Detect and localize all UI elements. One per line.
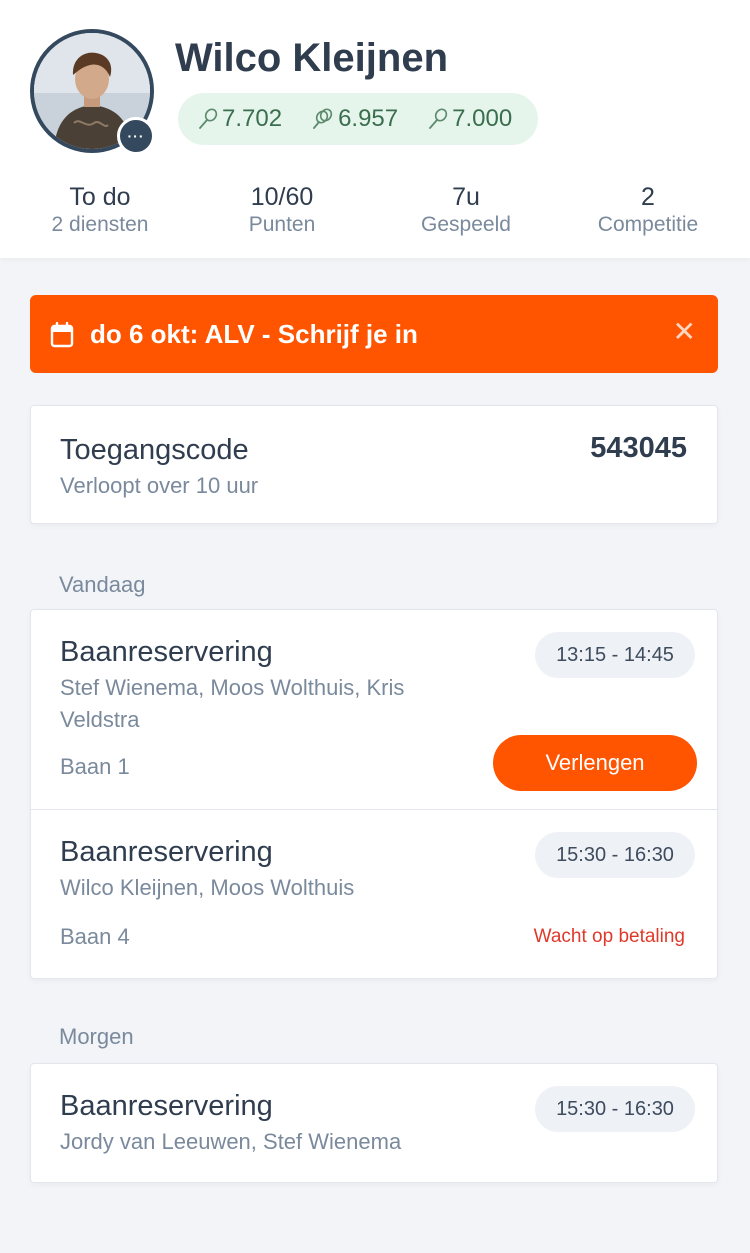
stat-value: 10/60 bbox=[250, 183, 314, 211]
rating-single: 7.702 bbox=[198, 105, 282, 133]
event-banner[interactable]: do 6 okt: ALV - Schrijf je in ✕ bbox=[30, 295, 718, 373]
tomorrow-reservations-card: Baanreservering Jordy van Leeuwen, Stef … bbox=[30, 1063, 718, 1183]
stat-points[interactable]: 10/60 Punten bbox=[192, 182, 372, 238]
avatar-container[interactable]: ··· bbox=[30, 29, 155, 155]
access-code-title: Toegangscode bbox=[60, 434, 249, 466]
rating-double: 6.957 bbox=[312, 105, 398, 133]
stat-todo[interactable]: To do 2 diensten bbox=[10, 182, 190, 238]
close-icon[interactable]: ✕ bbox=[673, 317, 696, 347]
stat-competition[interactable]: 2 Competitie bbox=[558, 182, 738, 238]
reservation-players: Stef Wienema, Moos Wolthuis, Kris Veldst… bbox=[60, 675, 405, 732]
stat-label: Gespeeld bbox=[421, 213, 511, 236]
reservation-players: Jordy van Leeuwen, Stef Wienema bbox=[60, 1129, 402, 1154]
reservation-title: Baanreservering bbox=[60, 1090, 273, 1122]
rating-value: 7.702 bbox=[222, 105, 283, 132]
reservation-players: Wilco Kleijnen, Moos Wolthuis bbox=[60, 875, 355, 900]
reservation-title: Baanreservering bbox=[60, 636, 273, 668]
section-today-label: Vandaag bbox=[59, 572, 146, 597]
access-code-card: Toegangscode Verloopt over 10 uur 543045 bbox=[30, 405, 718, 524]
payment-status: Wacht op betaling bbox=[533, 926, 685, 947]
ratings-badge[interactable]: 7.702 6.957 7.000 bbox=[178, 93, 538, 145]
stat-label: 2 diensten bbox=[51, 213, 149, 236]
access-code-expiry: Verloopt over 10 uur bbox=[60, 473, 259, 498]
stat-value: 7u bbox=[452, 183, 480, 211]
racket-double-icon bbox=[313, 108, 333, 129]
calendar-icon bbox=[50, 322, 74, 348]
more-icon: ··· bbox=[127, 128, 145, 144]
rating-mixed: 7.000 bbox=[428, 105, 512, 133]
section-tomorrow-label: Morgen bbox=[59, 1024, 134, 1049]
stat-value: To do bbox=[69, 183, 131, 211]
racket-icon bbox=[199, 108, 218, 129]
reservation-time: 15:30 - 16:30 bbox=[535, 832, 695, 878]
reservation-title: Baanreservering bbox=[60, 836, 273, 868]
reservation-item[interactable]: Baanreservering Stef Wienema, Moos Wolth… bbox=[31, 610, 717, 809]
reservation-court: Baan 4 bbox=[60, 924, 130, 949]
stat-label: Punten bbox=[248, 213, 316, 236]
reservation-time: 13:15 - 14:45 bbox=[535, 632, 695, 678]
stat-value: 2 bbox=[641, 183, 655, 211]
reservation-item[interactable]: Baanreservering Jordy van Leeuwen, Stef … bbox=[31, 1064, 717, 1182]
racket-icon bbox=[429, 108, 448, 129]
profile-header: ··· Wilco Kleijnen 7.702 6.957 7.000 To … bbox=[0, 0, 750, 258]
access-code-value: 543045 bbox=[590, 432, 687, 464]
rating-value: 6.957 bbox=[338, 105, 399, 132]
stat-label: Competitie bbox=[597, 213, 699, 236]
extend-button[interactable]: Verlengen bbox=[493, 735, 697, 791]
banner-text: do 6 okt: ALV - Schrijf je in bbox=[90, 319, 418, 349]
more-options-button[interactable]: ··· bbox=[117, 117, 155, 155]
today-reservations-card: Baanreservering Stef Wienema, Moos Wolth… bbox=[30, 609, 718, 979]
user-name: Wilco Kleijnen bbox=[175, 36, 449, 80]
reservation-court: Baan 1 bbox=[60, 754, 130, 779]
stat-played[interactable]: 7u Gespeeld bbox=[376, 182, 556, 238]
reservation-item[interactable]: Baanreservering Wilco Kleijnen, Moos Wol… bbox=[31, 810, 717, 978]
reservation-time: 15:30 - 16:30 bbox=[535, 1086, 695, 1132]
rating-value: 7.000 bbox=[452, 105, 513, 132]
